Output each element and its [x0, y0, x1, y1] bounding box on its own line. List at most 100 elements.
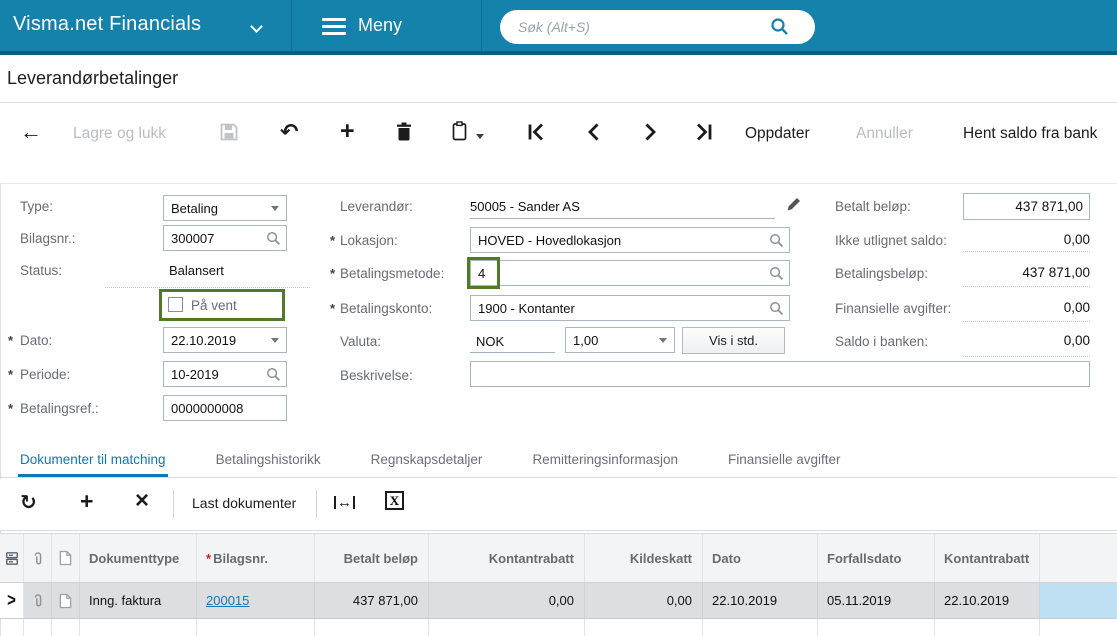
top-bar: Visma.net Financials Meny Søk (Alt+S): [0, 0, 1117, 55]
column-header-refnbr[interactable]: * Bilagsnr.: [197, 534, 315, 582]
hold-checkbox[interactable]: [168, 297, 183, 312]
save-icon[interactable]: [220, 123, 238, 141]
clipboard-icon[interactable]: [452, 121, 467, 141]
view-base-button[interactable]: Vis i std.: [682, 327, 785, 354]
column-header-date[interactable]: Dato: [703, 534, 818, 582]
vendor-label: Leverandør:: [340, 199, 413, 214]
search-icon[interactable]: [770, 17, 790, 37]
attachment-column-header[interactable]: [24, 534, 52, 582]
row-selector[interactable]: >: [0, 583, 24, 618]
required-marker: *: [330, 301, 336, 316]
tab-remitteringsinformasjon[interactable]: Remitteringsinformasjon: [530, 445, 680, 477]
app-title[interactable]: Visma.net Financials: [13, 13, 201, 36]
date-select[interactable]: 22.10.2019: [163, 327, 287, 353]
column-header-paid-amount[interactable]: Betalt beløp: [315, 534, 429, 582]
column-header-due-date[interactable]: Forfallsdato: [818, 534, 935, 582]
unapplied-balance-value: 0,00: [1063, 232, 1090, 247]
grid-settings-icon[interactable]: [0, 534, 24, 582]
description-input[interactable]: [470, 361, 1090, 387]
delete-icon[interactable]: [396, 122, 412, 141]
undo-icon[interactable]: ↶: [280, 119, 298, 145]
back-icon[interactable]: ←: [20, 119, 42, 145]
load-documents-button[interactable]: Last dokumenter: [192, 495, 296, 511]
chevron-down-icon[interactable]: [271, 206, 279, 211]
menu-icon[interactable]: [322, 18, 346, 39]
column-header-doctype[interactable]: Dokumenttype: [80, 534, 197, 582]
last-record-icon[interactable]: [694, 122, 714, 142]
menu-button[interactable]: Meny: [358, 15, 402, 36]
period-input[interactable]: 10-2019: [163, 361, 287, 387]
unapplied-balance-label: Ikke utlignet saldo:: [835, 233, 947, 248]
refnbr-input[interactable]: 300007: [163, 225, 287, 251]
lookup-icon[interactable]: [266, 367, 281, 382]
chevron-down-icon[interactable]: [659, 338, 667, 343]
refresh-icon[interactable]: ↻: [20, 490, 37, 515]
main-toolbar: ← Lagre og lukk ↶ + Oppdater Annuller He…: [0, 103, 1117, 183]
cell-withholding[interactable]: 0,00: [585, 583, 703, 618]
chevron-down-icon[interactable]: [271, 338, 279, 343]
column-header-cash-discount-date[interactable]: Kontantrabatt: [935, 534, 1040, 582]
cell-cash-discount[interactable]: 0,00: [429, 583, 585, 618]
export-excel-icon[interactable]: X: [385, 491, 404, 510]
notes-column-header[interactable]: [52, 534, 80, 582]
cell-due-date[interactable]: 05.11.2019: [818, 583, 935, 618]
lookup-icon[interactable]: [769, 266, 784, 281]
payment-account-input[interactable]: 1900 - Kontanter: [470, 295, 790, 321]
currency-label: Valuta:: [340, 334, 382, 349]
fit-width-icon[interactable]: ↔: [334, 495, 355, 510]
refnbr-value: 300007: [171, 231, 215, 246]
tab-regnskapsdetaljer[interactable]: Regnskapsdetaljer: [369, 445, 485, 477]
table-row[interactable]: > Inng. faktura 200015 437 871,00 0,00 0…: [0, 583, 1117, 619]
edit-pencil-icon[interactable]: [786, 196, 802, 212]
first-record-icon[interactable]: [526, 122, 546, 142]
cell-cash-discount-date[interactable]: 22.10.2019: [935, 583, 1040, 618]
paid-amount-input[interactable]: 437 871,00: [963, 193, 1090, 220]
topbar-divider: [291, 0, 292, 51]
get-bank-balance-button[interactable]: Hent saldo fra bank: [963, 125, 1097, 143]
payment-method-input[interactable]: 4: [470, 260, 790, 286]
add-icon[interactable]: +: [340, 117, 355, 146]
lookup-icon[interactable]: [769, 301, 784, 316]
topbar-divider: [481, 0, 482, 51]
search-input[interactable]: Søk (Alt+S): [500, 10, 815, 44]
vendor-payments-screen: Visma.net Financials Meny Søk (Alt+S) Le…: [0, 0, 1117, 636]
lookup-icon[interactable]: [266, 231, 281, 246]
cell-extra-highlighted[interactable]: [1040, 583, 1117, 618]
field-divider: [963, 321, 1090, 322]
refnbr-link[interactable]: 200015: [206, 593, 249, 608]
required-marker: *: [330, 233, 336, 248]
document-icon: [59, 550, 72, 566]
tab-betalingshistorikk[interactable]: Betalingshistorikk: [214, 445, 323, 477]
period-label: Periode:: [20, 367, 71, 382]
vendor-value[interactable]: 50005 - Sander AS: [470, 199, 580, 214]
chevron-down-icon[interactable]: [476, 134, 484, 139]
payref-input[interactable]: 0000000008: [163, 395, 287, 421]
vendor-underline: [470, 218, 775, 219]
save-close-button[interactable]: Lagre og lukk: [73, 125, 166, 143]
search-placeholder: Søk (Alt+S): [518, 19, 590, 35]
tab-dokumenter-til-matching[interactable]: Dokumenter til matching: [18, 445, 168, 477]
lookup-icon[interactable]: [769, 233, 784, 248]
currency-rate-select[interactable]: 1,00: [565, 327, 675, 353]
cell-refnbr[interactable]: 200015: [197, 583, 315, 618]
cell-paid-amount[interactable]: 437 871,00: [315, 583, 429, 618]
row-attachment-cell[interactable]: [24, 583, 52, 618]
location-input[interactable]: HOVED - Hovedlokasjon: [470, 227, 790, 253]
payment-method-label: Betalingsmetode:: [340, 266, 445, 281]
row-notes-cell[interactable]: [52, 583, 80, 618]
column-header-cash-discount[interactable]: Kontantrabatt: [429, 534, 585, 582]
currency-code[interactable]: NOK: [476, 334, 504, 349]
tab-finansielle-avgifter[interactable]: Finansielle avgifter: [726, 445, 843, 477]
chevron-down-icon[interactable]: [250, 20, 263, 33]
cell-doctype[interactable]: Inng. faktura: [80, 583, 197, 618]
cancel-button[interactable]: Annuller: [856, 125, 913, 143]
delete-row-icon[interactable]: ×: [135, 487, 149, 515]
type-select[interactable]: Betaling: [163, 195, 287, 221]
update-button[interactable]: Oppdater: [745, 125, 810, 143]
next-record-icon[interactable]: [640, 122, 660, 142]
previous-record-icon[interactable]: [584, 122, 604, 142]
payment-account-value: 1900 - Kontanter: [478, 301, 575, 316]
column-header-withholding[interactable]: Kildeskatt: [585, 534, 703, 582]
cell-date[interactable]: 22.10.2019: [703, 583, 818, 618]
add-row-icon[interactable]: +: [80, 488, 93, 515]
